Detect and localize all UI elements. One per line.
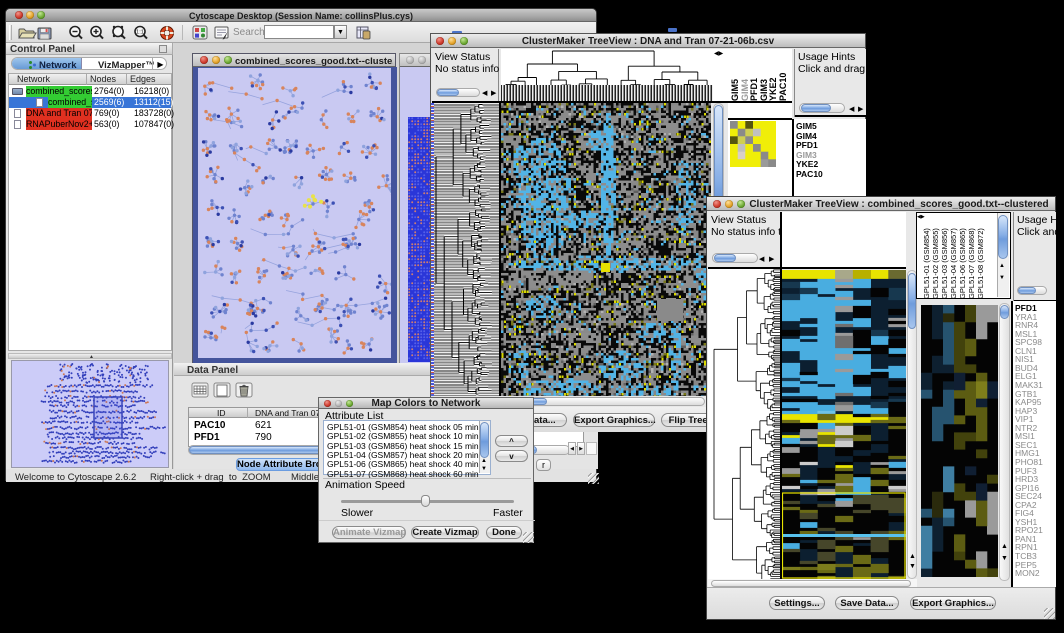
- svg-text:1:1: 1:1: [136, 30, 144, 36]
